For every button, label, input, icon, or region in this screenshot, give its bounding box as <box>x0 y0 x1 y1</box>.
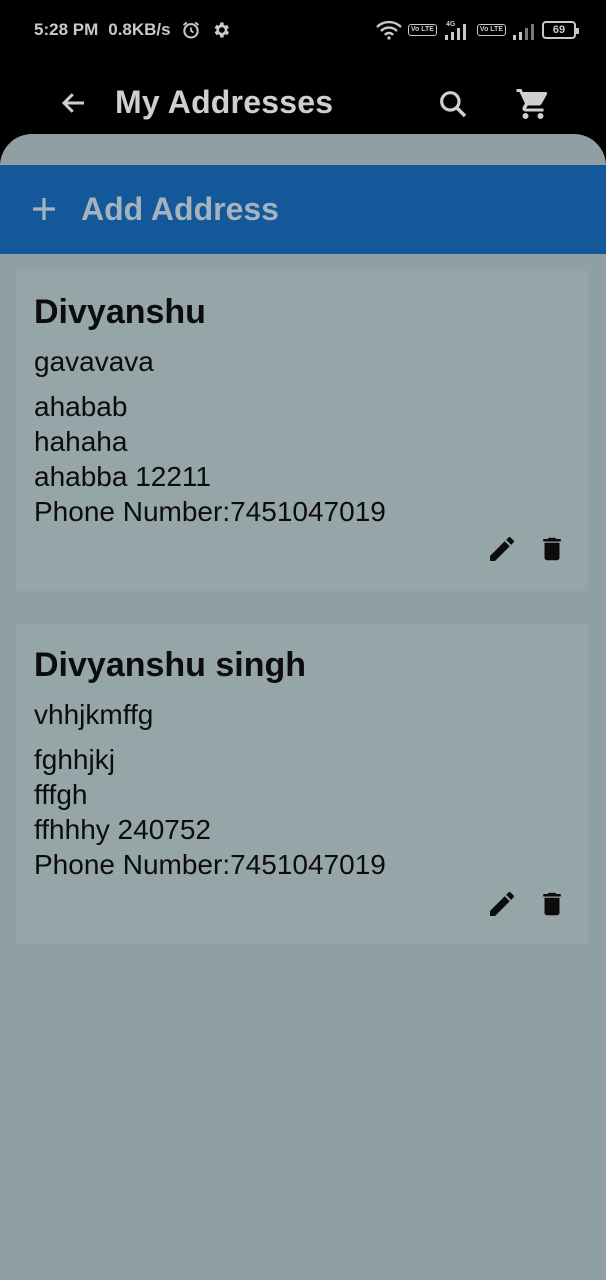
address-phone: Phone Number:7451047019 <box>34 849 386 880</box>
address-line: gavavava <box>34 346 154 377</box>
address-line: fffgh <box>34 779 88 810</box>
status-time: 5:28 PM <box>34 20 99 39</box>
wifi-icon <box>375 20 402 40</box>
signal-icon-2 <box>512 19 536 41</box>
add-address-button[interactable]: Add Address <box>0 165 606 254</box>
signal-icon: 4G <box>443 19 471 41</box>
cart-icon[interactable] <box>512 84 554 124</box>
status-right: Vo LTE 4G Vo LTE 69 <box>375 19 579 41</box>
content-panel: Add Address Divyanshu gavavava ahabab ha… <box>0 134 606 1280</box>
address-line: hahaha <box>34 426 128 457</box>
edit-icon[interactable] <box>484 886 520 922</box>
app-bar: My Addresses <box>0 70 606 136</box>
address-card: Divyanshu gavavava ahabab hahaha ahabba … <box>16 271 588 591</box>
battery-icon: 69 <box>542 21 579 39</box>
search-icon[interactable] <box>434 85 472 123</box>
volte-icon: Vo LTE <box>407 24 437 36</box>
status-bar: 5:28 PM 0.8KB/s Vo LTE 4G Vo LTE 69 <box>0 0 606 60</box>
screen: 5:28 PM 0.8KB/s Vo LTE 4G Vo LTE 69 My A… <box>0 0 606 1280</box>
plus-icon <box>30 195 58 223</box>
volte-icon-2: Vo LTE <box>476 24 506 36</box>
svg-text:4G: 4G <box>446 21 456 28</box>
address-name: Divyanshu <box>34 293 206 331</box>
address-card: Divyanshu singh vhhjkmffg fghhjkj fffgh … <box>16 624 588 944</box>
address-line: ahabba 12211 <box>34 461 211 492</box>
address-name: Divyanshu singh <box>34 646 307 684</box>
status-left: 5:28 PM 0.8KB/s <box>34 20 231 40</box>
back-arrow-icon[interactable] <box>56 85 92 121</box>
address-phone: Phone Number:7451047019 <box>34 496 386 527</box>
delete-icon[interactable] <box>534 886 570 922</box>
status-speed: 0.8KB/s <box>108 20 171 39</box>
address-line: fghhjkj <box>34 744 115 775</box>
delete-icon[interactable] <box>534 531 570 567</box>
page-title: My Addresses <box>115 84 334 120</box>
add-address-label: Add Address <box>81 191 279 227</box>
address-line: vhhjkmffg <box>34 699 154 730</box>
settings-icon <box>211 20 231 40</box>
address-line: ffhhhy 240752 <box>34 814 211 845</box>
alarm-icon <box>181 20 201 40</box>
edit-icon[interactable] <box>484 531 520 567</box>
address-line: ahabab <box>34 391 128 422</box>
